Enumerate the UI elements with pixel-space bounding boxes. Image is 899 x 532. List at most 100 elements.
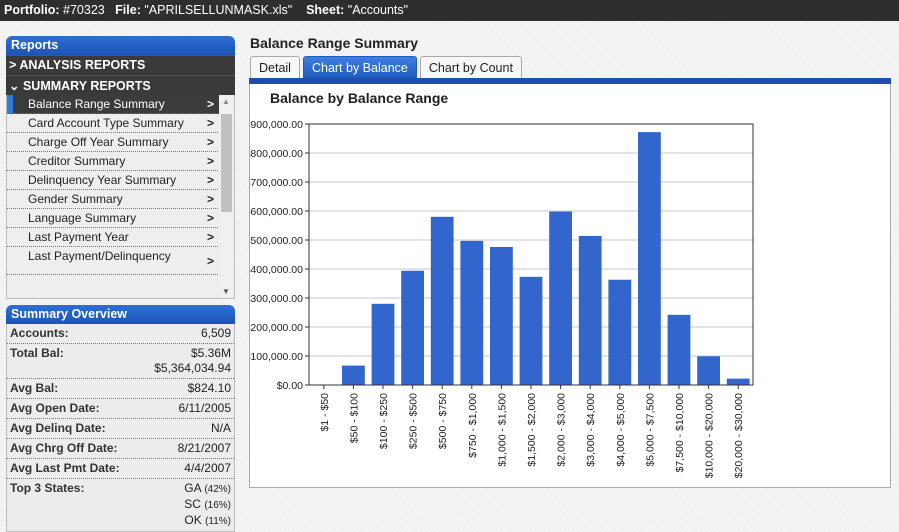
- chevron-right-icon: >: [206, 230, 214, 244]
- sidebar-item-label: Gender Summary: [28, 192, 123, 206]
- overview-row: Avg Chrg Off Date: 8/21/2007: [7, 439, 234, 459]
- scroll-up-icon[interactable]: ▲: [222, 97, 230, 106]
- sidebar-item[interactable]: Gender Summary >: [7, 190, 220, 209]
- scroll-down-icon[interactable]: ▼: [222, 287, 230, 296]
- sidebar-item-label: Balance Range Summary: [28, 97, 165, 111]
- overview-value: 8/21/2007: [177, 441, 231, 455]
- bar: [430, 216, 454, 385]
- bar: [401, 270, 424, 385]
- sidebar-item[interactable]: Charge Off Year Summary >: [7, 133, 220, 152]
- y-tick-label: $0.00: [277, 380, 303, 392]
- bar: [549, 211, 572, 385]
- overview-value: GA (42%) SC (16%) OK (11%): [184, 481, 231, 527]
- overview-label: Total Bal:: [10, 346, 64, 360]
- x-tick-label: $20,000 - $30,000: [733, 393, 745, 478]
- overview-value: $824.10: [187, 381, 231, 395]
- x-tick-label: $50 - $100: [348, 393, 360, 443]
- title-bar: Portfolio: #70323 File: "APRILSELLUNMASK…: [0, 0, 899, 21]
- chart-title: Balance by Balance Range: [270, 90, 449, 106]
- y-tick-label: $700,000.00: [250, 177, 303, 189]
- top-states-row: Top 3 States: GA (42%) SC (16%) OK (11%): [7, 479, 234, 531]
- y-tick-label: $600,000.00: [250, 206, 303, 218]
- chevron-right-icon: >: [206, 192, 214, 206]
- overview-label: Accounts:: [10, 326, 69, 340]
- tab-chart-by-count[interactable]: Chart by Count: [419, 56, 522, 79]
- overview-label: Avg Last Pmt Date:: [10, 461, 120, 475]
- scrollbar[interactable]: ▲ ▼: [219, 95, 234, 298]
- x-tick-label: $5,000 - $7,500: [644, 393, 656, 467]
- bar: [638, 132, 661, 385]
- bar: [697, 356, 720, 385]
- tab-bar: Detail Chart by Balance Chart by Count: [250, 56, 522, 79]
- x-tick-label: $10,000 - $20,000: [704, 393, 716, 478]
- x-tick-label: $1 - $50: [319, 393, 331, 432]
- scroll-thumb[interactable]: [221, 114, 232, 212]
- overview-row: Avg Delinq Date: N/A: [7, 419, 234, 439]
- reports-header: Reports: [6, 36, 235, 55]
- sidebar-item[interactable]: Card Account Type Summary >: [7, 114, 220, 133]
- bar: [519, 276, 543, 385]
- sidebar-item-label: Delinquency Year Summary: [28, 173, 177, 187]
- x-tick-label: $7,500 - $10,000: [674, 393, 686, 473]
- x-tick-label: $500 - $750: [437, 393, 449, 449]
- y-tick-label: $200,000.00: [250, 322, 303, 334]
- tab-detail[interactable]: Detail: [250, 56, 300, 79]
- x-tick-label: $3,000 - $4,000: [585, 393, 597, 467]
- x-tick-label: $1,000 - $1,500: [496, 393, 508, 467]
- overview-value: 6,509: [200, 326, 231, 340]
- sidebar-item-label: Language Summary: [28, 211, 137, 225]
- bar: [460, 240, 484, 385]
- bar: [342, 365, 365, 385]
- y-tick-label: $300,000.00: [250, 293, 303, 305]
- chevron-right-icon: >: [206, 97, 214, 111]
- overview-label: Avg Bal:: [10, 381, 59, 395]
- sidebar-item-label: Card Account Type Summary: [28, 116, 184, 130]
- chevron-right-icon: >: [206, 253, 214, 268]
- chevron-right-icon: >: [206, 173, 214, 187]
- summary-overview: Summary Overview Accounts: 6,509 Total Bal…: [6, 305, 235, 532]
- report-list: Balance Range Summary > Card Account Type …: [6, 95, 235, 299]
- tab-chart-by-balance[interactable]: Chart by Balance: [302, 56, 417, 79]
- y-tick-label: $400,000.00: [250, 264, 303, 276]
- chevron-right-icon: >: [9, 58, 17, 72]
- bar-chart: $0.00 $100,000.00 $200,000.00 $300,000.00 $4…: [250, 119, 754, 478]
- summary-reports-section[interactable]: ⌄ SUMMARY REPORTS: [6, 75, 235, 95]
- x-tick-label: $250 - $500: [408, 393, 420, 449]
- sidebar-item-label: Charge Off Year Summary: [28, 135, 169, 149]
- overview-label: Avg Open Date:: [10, 401, 100, 415]
- chevron-right-icon: >: [206, 211, 214, 225]
- x-tick-label: $100 - $250: [378, 393, 390, 449]
- sidebar-item[interactable]: Delinquency Year Summary >: [7, 171, 220, 190]
- y-tick-label: $500,000.00: [250, 235, 303, 247]
- overview-label: Avg Chrg Off Date:: [10, 441, 118, 455]
- overview-value: N/A: [210, 421, 231, 435]
- x-tick-label: $4,000 - $5,000: [615, 393, 627, 467]
- y-tick-label: $100,000.00: [250, 351, 303, 363]
- sidebar-item[interactable]: Last Payment Year >: [7, 228, 220, 247]
- x-tick-label: $2,000 - $3,000: [556, 393, 568, 467]
- bar: [371, 303, 395, 385]
- overview-label: Avg Delinq Date:: [10, 421, 106, 435]
- sidebar-item[interactable]: Last Payment/Delinquency >: [7, 247, 220, 275]
- chevron-down-icon: ⌄: [9, 79, 20, 93]
- analysis-reports-section[interactable]: > ANALYSIS REPORTS: [6, 55, 235, 75]
- overview-row: Avg Open Date: 6/11/2005: [7, 399, 234, 419]
- overview-row: Avg Bal: $824.10: [7, 379, 234, 399]
- overview-label: Top 3 States:: [10, 481, 85, 495]
- x-tick-label: $1,500 - $2,000: [526, 393, 538, 467]
- bar: [726, 378, 750, 385]
- y-tick-label: $900,000.00: [250, 119, 303, 131]
- overview-row: Accounts: 6,509: [7, 324, 234, 344]
- sidebar-item[interactable]: Balance Range Summary >: [7, 95, 220, 114]
- bar: [608, 279, 632, 385]
- sidebar-item[interactable]: Creditor Summary >: [7, 152, 220, 171]
- reports-panel: Reports > ANALYSIS REPORTS ⌄ SUMMARY REP…: [6, 36, 235, 299]
- chevron-right-icon: >: [206, 116, 214, 130]
- sidebar-item[interactable]: Language Summary >: [7, 209, 220, 228]
- sidebar-item-label: Creditor Summary: [28, 154, 126, 168]
- summary-overview-header: Summary Overview: [6, 305, 235, 324]
- bar: [578, 235, 602, 385]
- page-title: Balance Range Summary: [250, 35, 419, 51]
- chevron-right-icon: >: [206, 135, 214, 149]
- overview-row: Avg Last Pmt Date: 4/4/2007: [7, 459, 234, 479]
